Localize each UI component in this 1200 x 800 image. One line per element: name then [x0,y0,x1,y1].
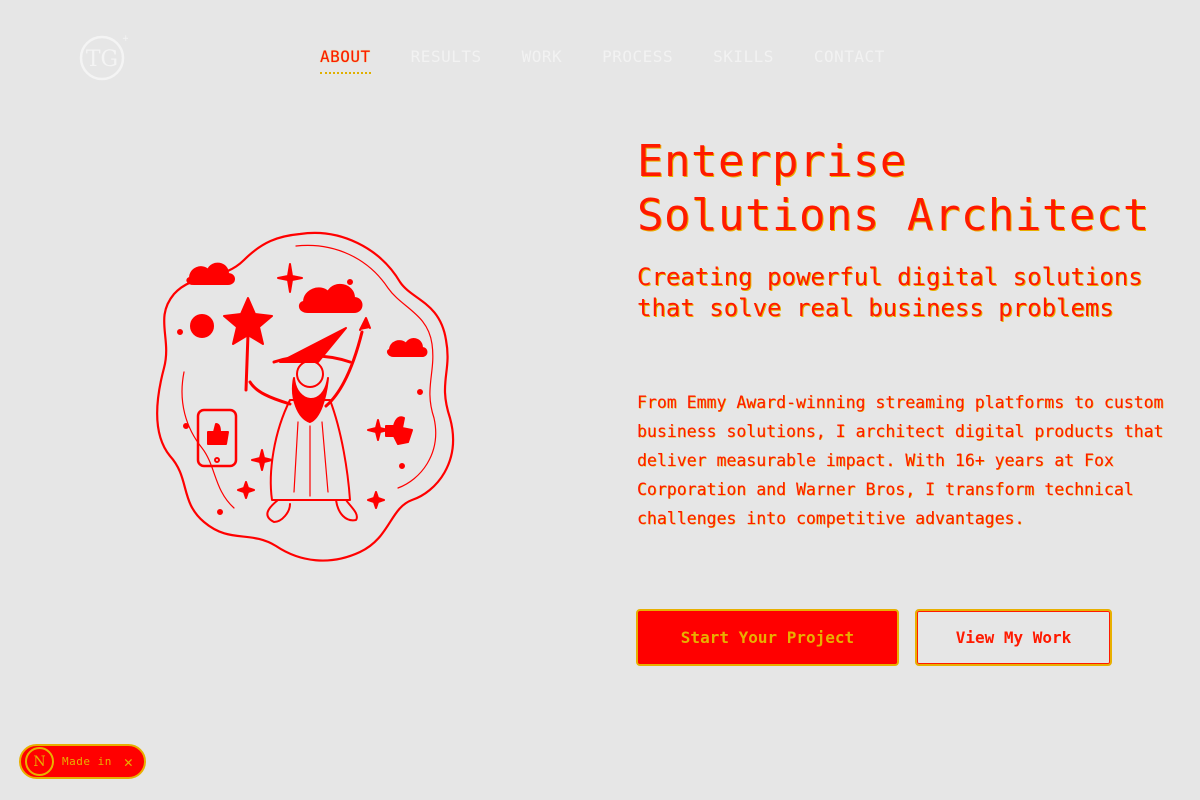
hero-title: Enterprise Solutions Architect [637,135,1177,243]
made-in-badge[interactable]: N Made in ✕ [19,744,146,779]
start-project-button[interactable]: Start Your Project [636,609,899,666]
nav-item-skills[interactable]: SKILLS [713,47,774,74]
badge-label: Made in [62,755,112,768]
hero-body: From Emmy Award-winning streaming platfo… [637,393,1164,528]
site-logo[interactable]: TG + [78,32,128,82]
close-icon[interactable]: ✕ [124,753,133,771]
hero-title-line-1: Enterprise [637,136,907,187]
wizard-illustration [156,231,455,562]
badge-logo-icon: N [25,747,54,776]
nav-item-results[interactable]: RESULTS [411,47,482,74]
main-nav: ABOUT RESULTS WORK PROCESS SKILLS CONTAC… [320,47,885,74]
svg-text:+: + [122,34,128,44]
nav-item-about[interactable]: ABOUT [320,47,371,74]
nav-item-contact[interactable]: CONTACT [814,47,885,74]
view-work-button[interactable]: View My Work [915,609,1112,666]
hero-title-line-2: Solutions Architect [637,190,1150,241]
logo-text: TG [86,47,118,72]
hero-tagline: Creating powerful digital solutions that… [637,263,1143,322]
nav-item-process[interactable]: PROCESS [602,47,673,74]
nav-item-work[interactable]: WORK [522,47,563,74]
